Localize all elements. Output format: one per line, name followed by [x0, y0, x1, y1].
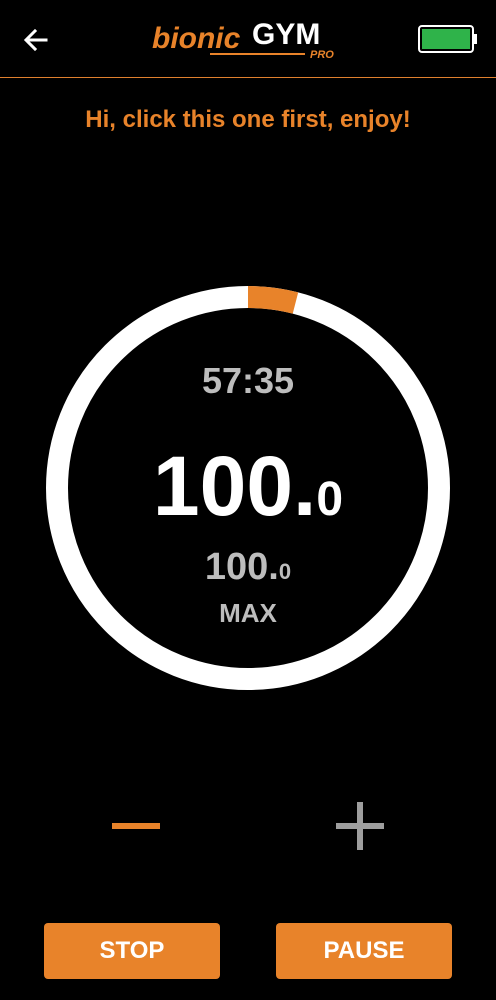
workout-timer: 57:35	[201, 360, 295, 401]
svg-text:GYM: GYM	[252, 18, 320, 51]
battery-full-icon	[418, 25, 477, 53]
arrow-left-icon[interactable]	[18, 22, 54, 58]
svg-text:bionic: bionic	[152, 22, 241, 55]
max-value-int: 100.	[204, 546, 279, 588]
current-value-dec: 0	[316, 473, 344, 526]
pause-button[interactable]: PAUSE	[276, 923, 452, 979]
app-header: bionic GYM PRO	[0, 0, 496, 78]
plus-icon[interactable]	[334, 800, 386, 852]
max-value: 100.0	[0, 546, 496, 589]
max-value-dec: 0	[278, 559, 292, 584]
minus-icon[interactable]	[110, 800, 162, 852]
current-value-int: 100.	[152, 439, 317, 533]
current-value: 100.0	[0, 438, 496, 535]
stop-button[interactable]: STOP	[44, 923, 220, 979]
bionic-gym-logo: bionic GYM PRO	[152, 18, 334, 61]
greeting-message: Hi, click this one first, enjoy!	[85, 106, 411, 133]
max-label: MAX	[219, 598, 277, 628]
svg-text:PRO: PRO	[310, 49, 334, 61]
